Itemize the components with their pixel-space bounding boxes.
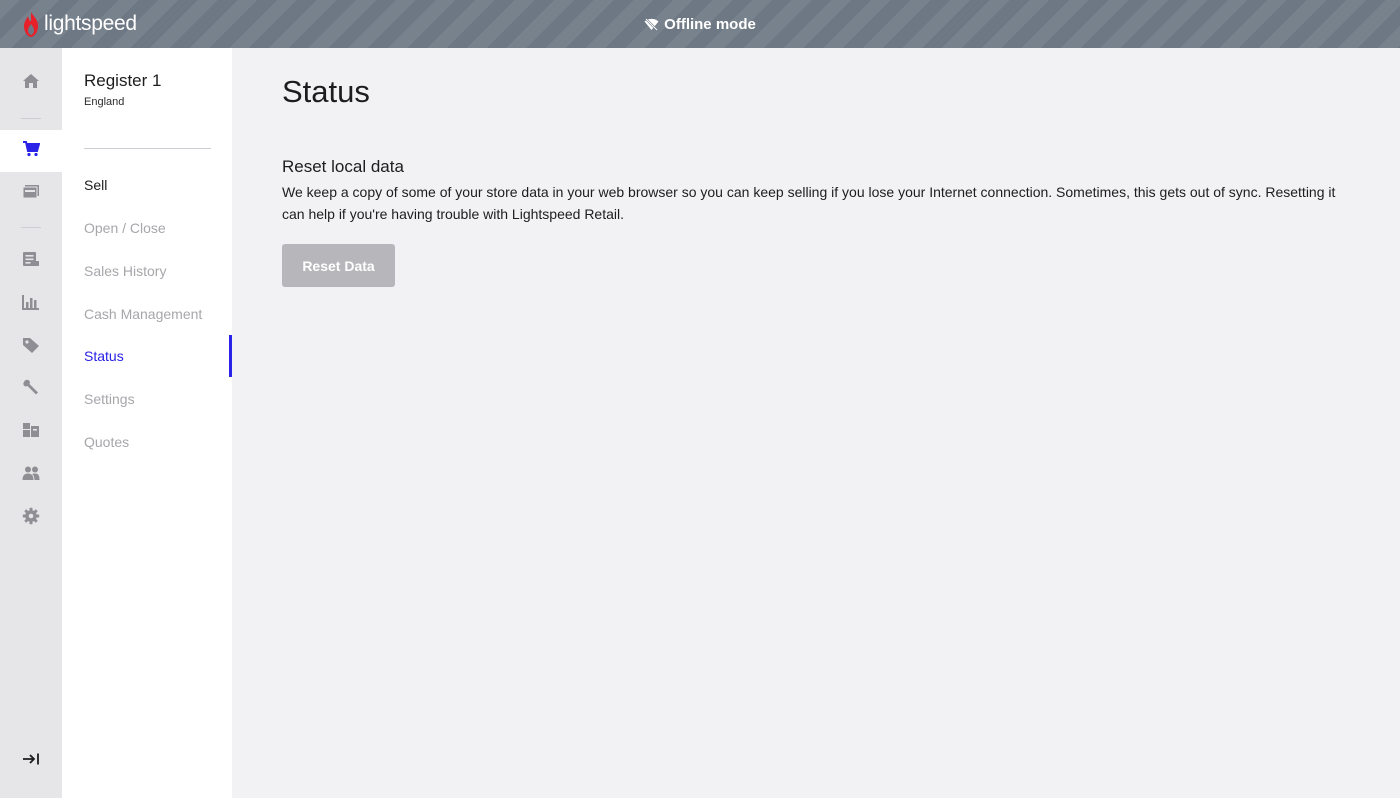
rail-customers[interactable]: [0, 454, 62, 496]
rail-collapse[interactable]: [0, 740, 62, 782]
rail-service[interactable]: [0, 368, 62, 410]
sidebar-item-label: Open / Close: [84, 220, 166, 236]
rail-sales[interactable]: [0, 240, 62, 282]
gear-icon: [22, 507, 40, 530]
section-title: Reset local data: [282, 157, 404, 176]
rail-inventory[interactable]: [0, 411, 62, 453]
icon-rail: [0, 48, 62, 798]
page-title: Status: [282, 74, 370, 109]
top-bar: lightspeed Offline mode: [0, 0, 1400, 48]
sidebar-item-settings[interactable]: Settings: [62, 378, 232, 420]
rail-separator: [21, 227, 41, 228]
register-location: England: [84, 96, 125, 108]
sidebar-item-label: Cash Management: [84, 306, 203, 322]
sidebar-divider: [84, 148, 211, 149]
rail-sell[interactable]: [0, 130, 62, 172]
rail-home[interactable]: [0, 62, 62, 104]
sidebar-item-open-close[interactable]: Open / Close: [62, 207, 232, 249]
sidebar-item-sell[interactable]: Sell: [62, 164, 232, 206]
reports-icon: [22, 294, 40, 315]
sidebar-item-sales-history[interactable]: Sales History: [62, 250, 232, 292]
sidebar-item-label: Quotes: [84, 434, 130, 450]
offline-mode-label: Offline mode: [664, 15, 756, 33]
rail-separator: [21, 118, 41, 119]
sidebar-item-label: Status: [84, 348, 124, 364]
tag-icon: [22, 337, 40, 358]
reset-data-button[interactable]: Reset Data: [282, 244, 395, 287]
rail-reports[interactable]: [0, 283, 62, 325]
sidebar-item-quotes[interactable]: Quotes: [62, 421, 232, 463]
sidebar-item-cash-management[interactable]: Cash Management: [62, 293, 232, 335]
section-description: We keep a copy of some of your store dat…: [282, 184, 1336, 222]
collapse-icon: [22, 751, 40, 772]
sidebar-item-status[interactable]: Status: [62, 335, 232, 377]
sidebar-item-label: Sell: [84, 177, 108, 193]
receipt-icon: [22, 251, 40, 272]
home-icon: [22, 73, 40, 94]
wifi-off-icon: [644, 17, 659, 31]
customers-icon: [22, 465, 40, 486]
sidebar-item-label: Settings: [84, 391, 135, 407]
cart-icon: [22, 140, 41, 162]
rail-registers[interactable]: [0, 173, 62, 215]
wrench-icon: [22, 379, 40, 400]
rail-settings[interactable]: [0, 497, 62, 539]
register-icon: [22, 184, 40, 205]
sidebar-item-label: Sales History: [84, 263, 167, 279]
rail-products[interactable]: [0, 326, 62, 368]
register-sidebar: Register 1 England Sell Open / Close Sal…: [62, 48, 232, 798]
inventory-icon: [22, 422, 40, 443]
offline-mode-indicator: Offline mode: [0, 0, 1400, 48]
main-content: Status Reset local data We keep a copy o…: [232, 48, 1400, 798]
register-name: Register 1: [84, 71, 162, 90]
